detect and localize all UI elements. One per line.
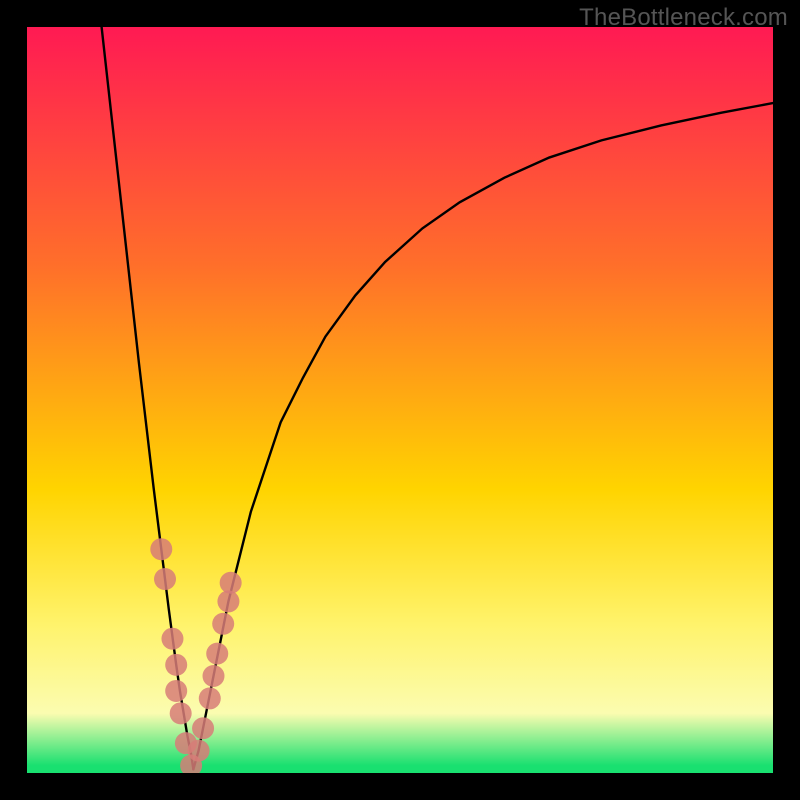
scatter-point <box>217 590 239 612</box>
scatter-point <box>203 665 225 687</box>
chart-frame: TheBottleneck.com <box>0 0 800 800</box>
scatter-point <box>170 702 192 724</box>
scatter-point <box>154 568 176 590</box>
plot-area <box>27 27 773 773</box>
scatter-point <box>165 654 187 676</box>
scatter-point <box>188 740 210 762</box>
gradient-bg <box>27 27 773 773</box>
scatter-point <box>192 717 214 739</box>
scatter-point <box>161 628 183 650</box>
watermark-text: TheBottleneck.com <box>579 4 788 32</box>
scatter-point <box>220 572 242 594</box>
scatter-point <box>150 538 172 560</box>
scatter-point <box>165 680 187 702</box>
scatter-point <box>212 613 234 635</box>
chart-svg <box>27 27 773 773</box>
scatter-point <box>199 687 221 709</box>
scatter-point <box>206 643 228 665</box>
